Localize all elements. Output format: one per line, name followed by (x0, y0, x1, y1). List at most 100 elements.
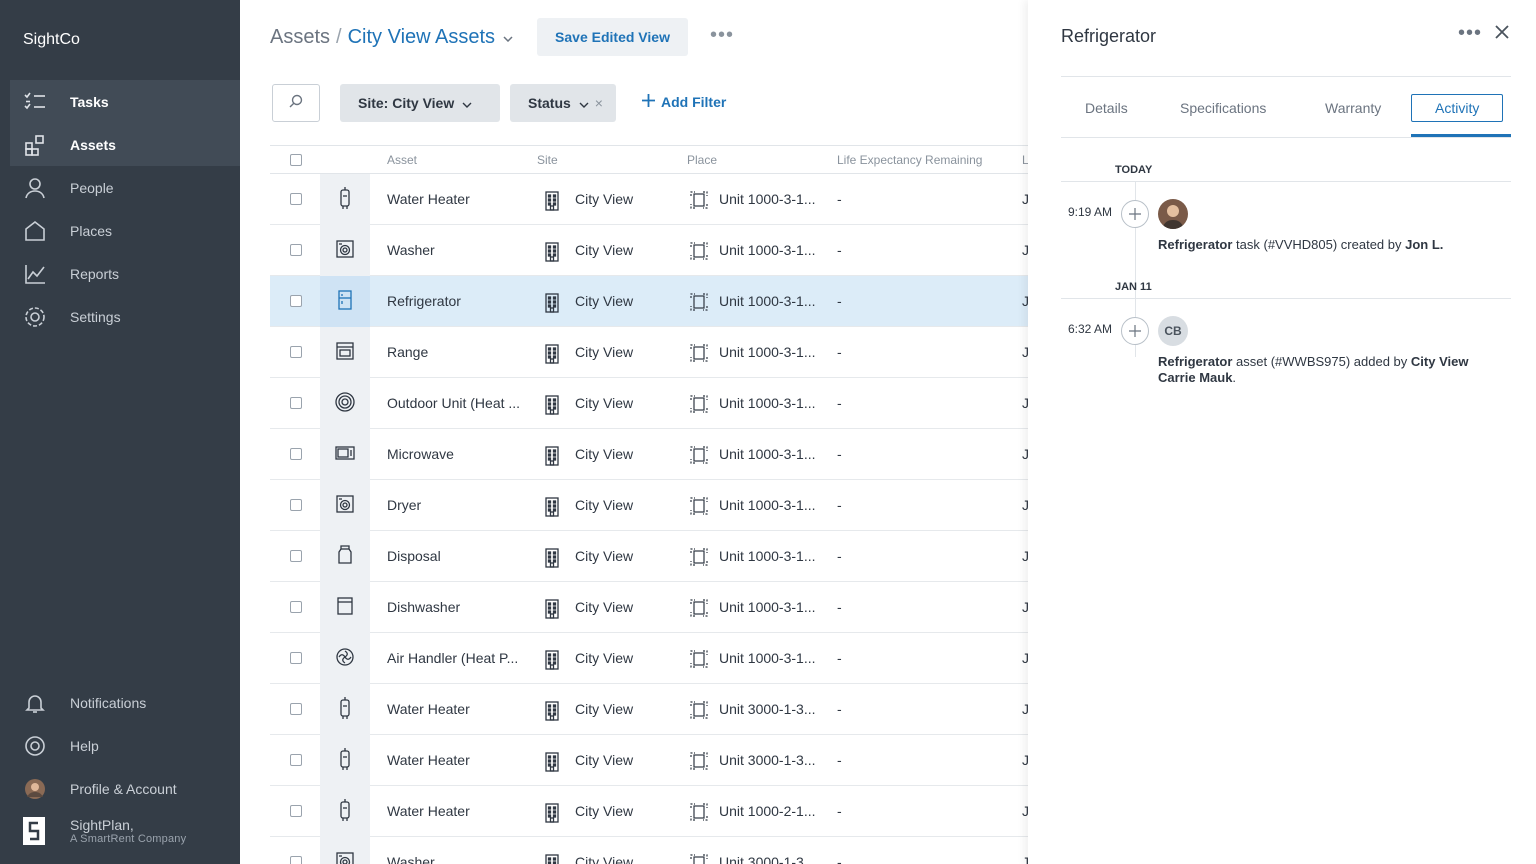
sidebar-item-label: Tasks (70, 93, 109, 110)
asset-name[interactable]: Washer (387, 242, 435, 258)
sidebar-item-help[interactable]: Help (10, 724, 240, 767)
sidebar-item-people[interactable]: People (10, 166, 240, 209)
asset-name[interactable]: Refrigerator (387, 293, 461, 309)
tab-warranty[interactable]: Warranty (1325, 94, 1381, 122)
table-row[interactable]: Water HeaterCity ViewUnit 3000-1-3...-Ja (270, 735, 1036, 786)
asset-name[interactable]: Outdoor Unit (Heat ... (387, 395, 520, 411)
table-row[interactable]: DisposalCity ViewUnit 1000-3-1...-Ja (270, 531, 1036, 582)
site-name: City View (575, 854, 634, 864)
sidebar-item-settings[interactable]: Settings (10, 295, 240, 338)
sidebar-item-tasks[interactable]: Tasks (10, 80, 240, 123)
place-icon (689, 598, 709, 621)
place-name: Unit 1000-3-1... (719, 242, 816, 258)
asset-name[interactable]: Air Handler (Heat P... (387, 650, 518, 666)
close-icon[interactable] (1494, 24, 1510, 45)
outdoor-unit-icon (335, 392, 355, 415)
tab-activity[interactable]: Activity (1411, 94, 1504, 122)
place-name: Unit 1000-3-1... (719, 293, 816, 309)
tasks-icon (23, 90, 47, 114)
row-checkbox[interactable] (290, 193, 302, 205)
water-heater-icon (338, 748, 352, 773)
site-filter[interactable]: Site: City View (340, 84, 500, 122)
footer-title: SightPlan, (70, 817, 134, 833)
row-checkbox[interactable] (290, 499, 302, 511)
row-checkbox[interactable] (290, 652, 302, 664)
row-checkbox[interactable] (290, 601, 302, 613)
chevron-down-icon[interactable] (503, 31, 513, 45)
building-icon (545, 752, 559, 775)
save-edited-view-button[interactable]: Save Edited View (537, 18, 688, 56)
table-row[interactable]: RefrigeratorCity ViewUnit 1000-3-1...-Ja (270, 276, 1036, 327)
sidebar-item-assets[interactable]: Assets (10, 123, 240, 166)
tab-details[interactable]: Details (1085, 94, 1128, 122)
table-row[interactable]: Air Handler (Heat P... City View Unit 1000… (270, 633, 1036, 684)
activity-subject[interactable]: Refrigerator (1158, 354, 1232, 369)
add-filter-button[interactable]: Add Filter (642, 94, 726, 110)
divider (1061, 298, 1511, 299)
lifebuoy-icon (23, 734, 47, 758)
table-row[interactable]: Water HeaterCity ViewUnit 1000-3-1...-Ja (270, 174, 1036, 225)
sidebar-item-reports[interactable]: Reports (10, 252, 240, 295)
row-checkbox[interactable] (290, 754, 302, 766)
table-row[interactable]: DishwasherCity ViewUnit 1000-3-1...-Ja (270, 582, 1036, 633)
row-checkbox[interactable] (290, 550, 302, 562)
search-button[interactable] (272, 84, 320, 122)
avatar: CB (1158, 316, 1188, 346)
asset-name[interactable]: Water Heater (387, 701, 470, 717)
asset-name[interactable]: Water Heater (387, 191, 470, 207)
sidebar-item-places[interactable]: Places (10, 209, 240, 252)
row-checkbox[interactable] (290, 805, 302, 817)
asset-name[interactable]: Water Heater (387, 752, 470, 768)
status-filter[interactable]: Status × (510, 84, 616, 122)
place-icon (689, 343, 709, 366)
asset-name[interactable]: Washer (387, 854, 435, 864)
breadcrumb-root[interactable]: Assets (270, 26, 330, 49)
table-row[interactable]: WasherCity ViewUnit 1000-3-1...-Ja (270, 225, 1036, 276)
column-header-place[interactable]: Place (687, 153, 717, 167)
sidebar-item-notifications[interactable]: Notifications (10, 681, 240, 724)
table-row[interactable]: RangeCity ViewUnit 1000-3-1...-Ja (270, 327, 1036, 378)
table-row[interactable]: Water HeaterCity ViewUnit 3000-1-3...-Ja (270, 684, 1036, 735)
building-icon (545, 191, 559, 214)
row-checkbox[interactable] (290, 856, 302, 864)
column-header-site[interactable]: Site (537, 153, 558, 167)
life-expectancy-value: - (837, 854, 842, 864)
place-name: Unit 1000-3-1... (719, 599, 816, 615)
place-icon (689, 853, 709, 864)
table-row[interactable]: MicrowaveCity ViewUnit 1000-3-1...-Ja (270, 429, 1036, 480)
column-header-life-expectancy[interactable]: Life Expectancy Remaining (837, 153, 982, 167)
asset-name[interactable]: Dishwasher (387, 599, 460, 615)
sidebar-item-label: Settings (70, 308, 121, 325)
asset-detail-panel: Refrigerator ••• Details Specifications … (1028, 0, 1536, 864)
select-all-checkbox[interactable] (290, 154, 302, 166)
more-options-icon[interactable]: ••• (710, 24, 734, 47)
asset-name[interactable]: Range (387, 344, 428, 360)
row-checkbox[interactable] (290, 397, 302, 409)
divider (1061, 76, 1511, 77)
asset-name[interactable]: Microwave (387, 446, 454, 462)
table-row[interactable]: WasherCity ViewUnit 3000-1-3...-Ja (270, 837, 1036, 864)
place-name: Unit 1000-3-1... (719, 497, 816, 513)
table-row[interactable]: Water HeaterCity ViewUnit 1000-2-1...-Ja (270, 786, 1036, 837)
sidebar-item-profile[interactable]: Profile & Account (10, 767, 240, 810)
plus-icon (1121, 317, 1149, 345)
row-checkbox[interactable] (290, 448, 302, 460)
activity-time: 6:32 AM (1068, 322, 1113, 336)
plus-icon (1121, 200, 1149, 228)
row-checkbox[interactable] (290, 295, 302, 307)
clear-filter-icon[interactable]: × (595, 95, 603, 111)
table-row[interactable]: Outdoor Unit (Heat ... City View Unit 1000… (270, 378, 1036, 429)
asset-name[interactable]: Water Heater (387, 803, 470, 819)
range-icon (336, 342, 354, 363)
row-checkbox[interactable] (290, 346, 302, 358)
asset-name[interactable]: Disposal (387, 548, 441, 564)
row-checkbox[interactable] (290, 244, 302, 256)
activity-subject[interactable]: Refrigerator (1158, 237, 1232, 252)
tab-specifications[interactable]: Specifications (1180, 94, 1266, 122)
breadcrumb-current[interactable]: City View Assets (348, 26, 495, 49)
more-options-icon[interactable]: ••• (1458, 22, 1482, 45)
table-row[interactable]: DryerCity ViewUnit 1000-3-1...-Ja (270, 480, 1036, 531)
row-checkbox[interactable] (290, 703, 302, 715)
asset-name[interactable]: Dryer (387, 497, 421, 513)
column-header-asset[interactable]: Asset (387, 153, 417, 167)
